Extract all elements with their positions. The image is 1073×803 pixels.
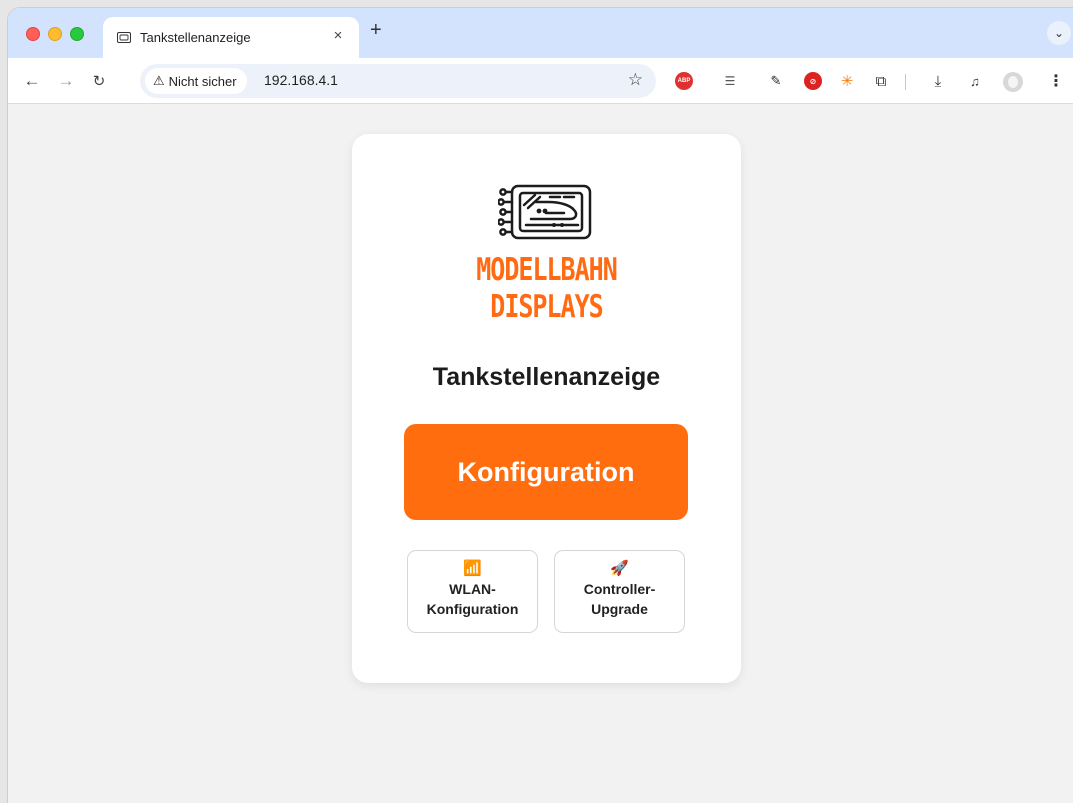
address-bar[interactable]: ⚠ Nicht sicher 192.168.4.1 ☆	[140, 64, 656, 98]
display-favicon-icon	[117, 32, 131, 43]
tab-close-icon[interactable]: ×	[329, 27, 347, 44]
rocket-icon: 🚀	[610, 560, 629, 577]
konfiguration-button[interactable]: Konfiguration	[404, 424, 688, 520]
page-title: Tankstellenanzeige	[432, 363, 661, 391]
close-window-button[interactable]	[26, 27, 40, 41]
url-text[interactable]: 192.168.4.1	[264, 72, 338, 88]
toolbar-divider	[905, 74, 906, 90]
tab-search-chevron-icon[interactable]: ⌄	[1047, 21, 1071, 45]
main-card: MODELLBAHN DISPLAYS Tankstellenanzeige K…	[352, 134, 741, 683]
wlan-button-label-line2: Konfiguration	[426, 601, 519, 617]
wlan-konfiguration-button[interactable]: 📶 WLAN- Konfiguration	[407, 550, 538, 633]
upgrade-button-label-line2: Upgrade	[591, 601, 648, 617]
browser-toolbar: ← → ↻ ⚠ Nicht sicher 192.168.4.1 ☆ ABP ☰…	[8, 58, 1073, 104]
security-indicator[interactable]: ⚠ Nicht sicher	[145, 68, 247, 94]
media-control-icon[interactable]: ♫	[966, 72, 984, 90]
new-tab-button[interactable]: +	[370, 20, 382, 40]
signal-bars-icon: 📶	[463, 560, 482, 577]
tab-tankstellenanzeige[interactable]: Tankstellenanzeige ×	[103, 17, 359, 58]
adblock-icon[interactable]: ABP	[675, 72, 693, 90]
warning-icon: ⚠	[153, 73, 165, 88]
forward-arrow-icon[interactable]: →	[55, 70, 77, 92]
logo-text-modellbahn: MODELLBAHN	[476, 251, 618, 288]
extensions-puzzle-icon[interactable]: ⧉	[872, 72, 890, 90]
fullscreen-window-button[interactable]	[70, 27, 84, 41]
download-icon[interactable]: ⤓	[929, 72, 947, 90]
minimize-window-button[interactable]	[48, 27, 62, 41]
extension-lines-icon[interactable]: ☰	[723, 72, 737, 90]
modellbahn-logo-icon	[498, 184, 592, 240]
burst-extension-icon[interactable]: ✳	[838, 72, 856, 90]
wlan-button-label-line1: WLAN-	[449, 581, 496, 597]
profile-avatar-icon[interactable]	[1003, 72, 1023, 92]
logo-text-displays: DISPLAYS	[490, 288, 603, 325]
bookmark-star-icon[interactable]: ☆	[628, 70, 643, 90]
back-arrow-icon[interactable]: ←	[21, 70, 43, 92]
color-picker-icon[interactable]: ✎	[768, 72, 784, 90]
security-label: Nicht sicher	[168, 73, 237, 89]
browser-menu-icon[interactable]: ⋮	[1048, 72, 1064, 90]
reload-icon[interactable]: ↻	[88, 70, 110, 92]
tab-title: Tankstellenanzeige	[140, 30, 251, 45]
page-content: MODELLBAHN DISPLAYS Tankstellenanzeige K…	[8, 105, 1073, 803]
tab-strip: Tankstellenanzeige × + ⌄	[8, 8, 1073, 58]
block-extension-icon[interactable]: ⊘	[804, 72, 822, 90]
controller-upgrade-button[interactable]: 🚀 Controller- Upgrade	[554, 550, 685, 633]
upgrade-button-label-line1: Controller-	[583, 581, 656, 597]
browser-window: Tankstellenanzeige × + ⌄ ← → ↻ ⚠ Nicht s…	[8, 8, 1073, 803]
